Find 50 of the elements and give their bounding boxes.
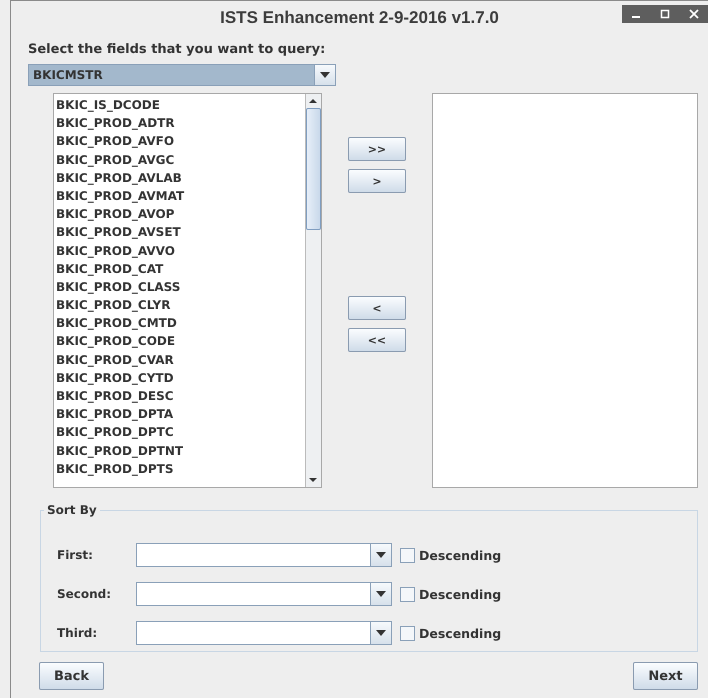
field-list-item[interactable]: BKIC_PROD_AVSET xyxy=(56,223,306,242)
sort-dropdown[interactable] xyxy=(136,543,392,567)
window-title: ISTS Enhancement 2-9-2016 v1.7.0 xyxy=(220,8,499,28)
field-list-item[interactable]: BKIC_PROD_AVVO xyxy=(56,242,306,260)
descending-checkbox[interactable] xyxy=(400,626,415,640)
field-list-item[interactable]: BKIC_PROD_DPTA xyxy=(56,405,306,424)
field-list-item[interactable]: BKIC_PROD_CAT xyxy=(56,260,306,278)
caret-icon xyxy=(376,552,386,558)
next-button[interactable]: Next xyxy=(633,662,698,690)
field-list-item[interactable]: BKIC_PROD_CODE xyxy=(56,332,306,351)
field-list-item[interactable]: BKIC_PROD_DPTC xyxy=(56,423,306,442)
table-dropdown[interactable]: BKICMSTR xyxy=(28,64,336,86)
field-list-item[interactable]: BKIC_PROD_DPTS xyxy=(56,460,306,478)
sort-dropdown[interactable] xyxy=(136,582,392,606)
caret-icon xyxy=(320,72,330,78)
field-list-item[interactable]: BKIC_PROD_AVGC xyxy=(56,150,306,169)
field-list-item[interactable]: BKIC_PROD_AVLAB xyxy=(56,168,306,187)
descending-label: Descending xyxy=(419,586,502,602)
panel-title: Sort By xyxy=(46,503,98,517)
field-list-item[interactable]: BKIC_PROD_CMTD xyxy=(56,314,306,332)
close-icon[interactable] xyxy=(686,7,701,21)
field-list-item[interactable]: BKIC_PROD_ADTR xyxy=(56,114,306,132)
field-list-item[interactable]: BKIC_PROD_CVAR xyxy=(56,350,306,369)
descending-checkbox[interactable] xyxy=(400,586,415,602)
field-list-item[interactable]: BKIC_PROD_DPTNT xyxy=(56,442,306,460)
field-list-item[interactable]: BKIC_PROD_CYTD xyxy=(56,368,306,387)
add-field-button[interactable]: > xyxy=(348,169,406,193)
descending-checkbox[interactable] xyxy=(400,548,415,562)
field-list-item[interactable]: BKIC_PROD_AVMAT xyxy=(56,186,306,206)
field-list-item[interactable]: BKIC_PROD_AVFO xyxy=(56,132,306,151)
scroll-thumb[interactable] xyxy=(306,108,322,230)
sort-label: Second: xyxy=(57,587,112,601)
remove-field-button[interactable]: << xyxy=(348,328,406,352)
remove-field-button[interactable]: < xyxy=(348,296,406,320)
sort-label: First: xyxy=(57,548,94,562)
sort-label: Third: xyxy=(57,626,98,640)
descending-label: Descending xyxy=(419,548,502,562)
field-list-item[interactable]: BKIC_IS_DCODE xyxy=(56,96,306,114)
prompt-text: Select the fields that you want to query: xyxy=(28,42,326,57)
field-list-item[interactable]: BKIC_PROD_CLASS xyxy=(56,278,306,296)
field-list-item[interactable]: BKIC_PROD_AVOP xyxy=(56,205,306,224)
back-button[interactable]: Back xyxy=(39,662,104,690)
field-list-item[interactable]: BKIC_PROD_CLYR xyxy=(56,296,306,314)
caret-icon xyxy=(376,591,386,597)
sort-dropdown[interactable] xyxy=(136,621,392,645)
scrollbar[interactable] xyxy=(305,94,322,487)
descending-label: Descending xyxy=(419,626,502,640)
field-list-item[interactable]: BKIC_PROD_DESC xyxy=(56,387,306,406)
caret-icon xyxy=(376,630,386,636)
add-field-button[interactable]: >> xyxy=(348,137,406,161)
